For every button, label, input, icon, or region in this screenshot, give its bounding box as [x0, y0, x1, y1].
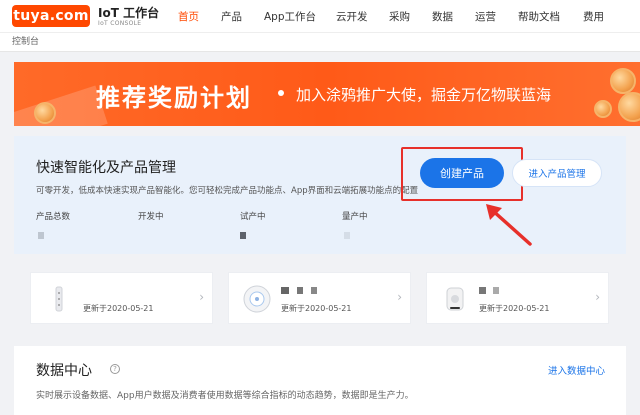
breadcrumb[interactable]: 控制台	[0, 32, 640, 52]
coin-icon	[618, 92, 640, 122]
enter-data-center-link[interactable]: 进入数据中心	[548, 363, 605, 377]
product-updated-date: 更新于2020-05-21	[479, 304, 550, 313]
banner-separator	[278, 90, 284, 96]
annotation-arrow-icon	[486, 204, 532, 246]
console-subtitle: IoT CONSOLE	[98, 20, 142, 27]
nav-purchase[interactable]: 采购	[389, 9, 410, 24]
product-card[interactable]: 更新于2020-05-21 ›	[228, 272, 411, 324]
console-title: IoT 工作台	[98, 6, 160, 20]
tuya-logo[interactable]: tuya.com	[12, 5, 90, 27]
nav-help-docs[interactable]: 帮助文档	[518, 9, 560, 24]
banner-title: 推荐奖励计划	[96, 84, 252, 112]
nav-app-workbench[interactable]: App工作台	[264, 9, 316, 24]
nav-operations[interactable]: 运营	[475, 9, 496, 24]
product-card[interactable]: 更新于2020-05-21 ›	[426, 272, 609, 324]
stat-total-label: 产品总数	[36, 212, 71, 222]
product-name	[281, 287, 289, 294]
nav-products[interactable]: 产品	[221, 9, 242, 24]
nav-home[interactable]: 首页	[178, 9, 199, 24]
stat-mass-production-value	[344, 232, 350, 239]
stat-mass-production-label: 量产中	[342, 212, 368, 222]
coin-icon	[610, 68, 636, 94]
stat-trial-value	[240, 232, 246, 239]
coin-icon	[594, 100, 612, 118]
banner-decoration	[14, 85, 108, 126]
stat-total-value	[38, 232, 44, 239]
stat-developing-label: 开发中	[138, 212, 164, 222]
coin-icon	[34, 102, 56, 124]
top-nav: tuya.com IoT 工作台 IoT CONSOLE 首页 产品 App工作…	[0, 0, 640, 32]
product-card[interactable]: 更新于2020-05-21 ›	[30, 272, 213, 324]
round-device-icon	[243, 285, 271, 313]
product-name	[297, 287, 303, 294]
product-updated-date: 更新于2020-05-21	[281, 304, 352, 313]
create-product-button[interactable]: 创建产品	[420, 158, 504, 188]
chevron-right-icon[interactable]: ›	[595, 290, 600, 304]
section-description: 可零开发，低成本快速实现产品智能化。您可轻松完成产品功能点、App界面和云端拓展…	[36, 186, 419, 196]
product-name	[479, 287, 486, 294]
section-title: 快速智能化及产品管理	[36, 160, 176, 176]
product-updated-date: 更新于2020-05-21	[83, 304, 154, 313]
enter-product-management-button[interactable]: 进入产品管理	[512, 159, 602, 187]
chevron-right-icon[interactable]: ›	[199, 290, 204, 304]
chevron-right-icon[interactable]: ›	[397, 290, 402, 304]
nav-cloud-dev[interactable]: 云开发	[336, 9, 368, 24]
data-center-description: 实时展示设备数据、App用户数据及消费者使用数据等综合指标的动态趋势，数据即是生…	[36, 391, 414, 401]
product-name	[311, 287, 317, 294]
help-icon[interactable]: ?	[110, 364, 120, 374]
data-center-title: 数据中心	[36, 363, 92, 379]
promo-banner[interactable]: 推荐奖励计划 加入涂鸦推广大使，掘金万亿物联蓝海	[14, 62, 640, 126]
device-strip-icon	[55, 286, 63, 312]
banner-subtitle: 加入涂鸦推广大使，掘金万亿物联蓝海	[296, 86, 552, 104]
data-center-card: 数据中心 ? 进入数据中心 实时展示设备数据、App用户数据及消费者使用数据等综…	[14, 346, 626, 415]
nav-billing[interactable]: 费用	[583, 9, 604, 24]
nav-data[interactable]: 数据	[432, 9, 453, 24]
stat-trial-label: 试产中	[240, 212, 266, 222]
speaker-device-icon	[446, 287, 464, 311]
product-name	[493, 287, 499, 294]
